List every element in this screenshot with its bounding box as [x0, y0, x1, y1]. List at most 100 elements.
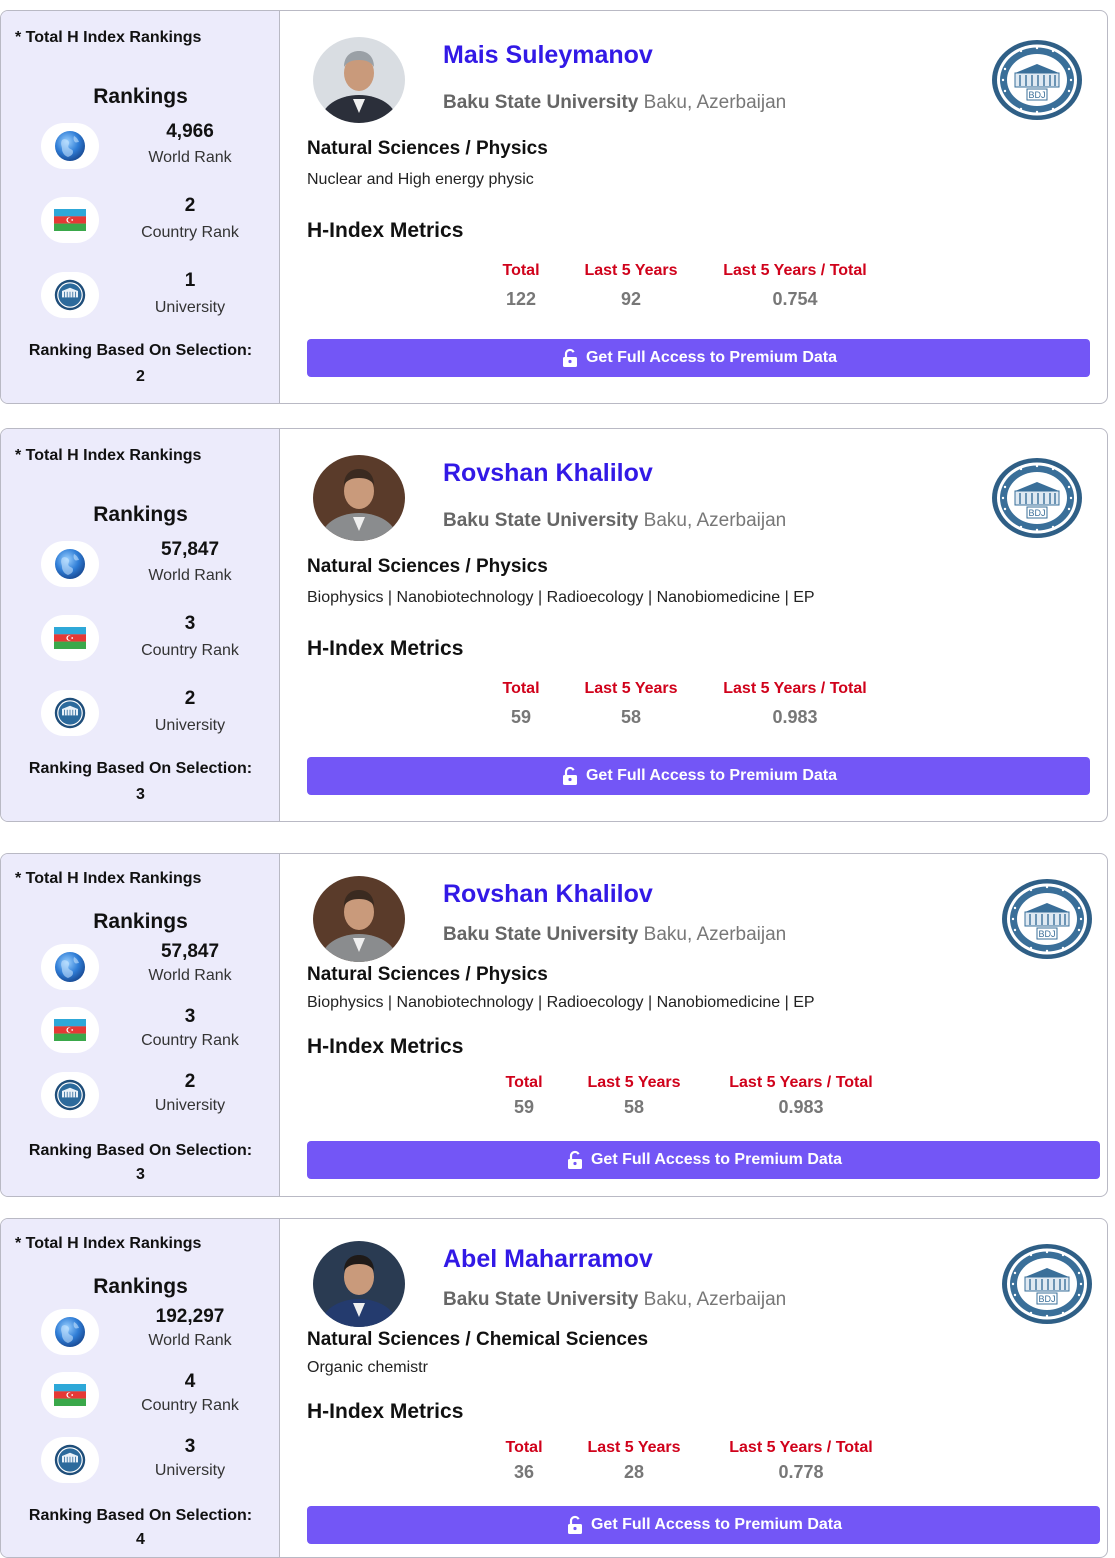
- country-rank-label: Country Rank: [141, 642, 239, 659]
- selection-rank-label: Ranking Based On Selection:: [28, 1142, 253, 1159]
- researcher-name-link[interactable]: Rovshan Khalilov: [443, 459, 653, 488]
- world-rank-label: World Rank: [148, 967, 232, 984]
- metric-ratio-label: Last 5 Years / Total: [723, 680, 867, 697]
- researcher-name-link[interactable]: Mais Suleymanov: [443, 41, 653, 70]
- metric-total-label: Total: [502, 262, 540, 279]
- university-name[interactable]: Baku State University: [443, 92, 638, 113]
- rankings-title: Rankings: [93, 85, 188, 108]
- research-keywords: Biophysics | Nanobiotechnology | Radioec…: [307, 589, 815, 606]
- metric-total-value: 122: [505, 289, 537, 309]
- metric-ratio-value: 0.983: [778, 1097, 824, 1117]
- university-name[interactable]: Baku State University: [443, 510, 638, 531]
- h-index-metrics-title: H-Index Metrics: [307, 637, 464, 660]
- world-rank-value: 57,847: [160, 941, 220, 962]
- university-name[interactable]: Baku State University: [443, 924, 638, 945]
- premium-access-label: Get Full Access to Premium Data: [585, 767, 838, 784]
- metric-last5-value: 92: [620, 289, 642, 309]
- metric-total-value: 59: [510, 707, 532, 727]
- researcher-card: * Total H Index Rankings Rankings 57,847…: [0, 853, 1108, 1197]
- affiliation: Baku State University Baku, Azerbaijan: [443, 92, 786, 114]
- university-seal-icon: [41, 1437, 99, 1483]
- university-logo[interactable]: BDJ: [1001, 878, 1093, 960]
- metric-total-value: 36: [513, 1462, 535, 1482]
- university-seal-icon: [41, 1072, 99, 1118]
- affiliation: Baku State University Baku, Azerbaijan: [443, 510, 786, 532]
- researcher-name-link[interactable]: Abel Maharramov: [443, 1245, 653, 1274]
- premium-access-label: Get Full Access to Premium Data: [585, 349, 838, 366]
- location-text: Baku, Azerbaijan: [643, 1289, 787, 1310]
- researcher-avatar[interactable]: [313, 1241, 405, 1327]
- selection-rank-label: Ranking Based On Selection:: [28, 760, 253, 777]
- rankings-title: Rankings: [93, 503, 188, 526]
- premium-access-button[interactable]: Get Full Access to Premium Data: [307, 757, 1090, 795]
- research-field: Natural Sciences / Physics: [307, 138, 548, 159]
- researcher-avatar[interactable]: [313, 455, 405, 541]
- researcher-card: * Total H Index Rankings Rankings 4,966 …: [0, 10, 1108, 404]
- university-name[interactable]: Baku State University: [443, 1289, 638, 1310]
- researcher-avatar[interactable]: [313, 876, 405, 962]
- premium-access-label: Get Full Access to Premium Data: [590, 1151, 843, 1168]
- university-logo[interactable]: BDJ: [991, 39, 1083, 121]
- selection-rank-value: 4: [136, 1531, 145, 1548]
- university-rank-value: 2: [184, 1071, 196, 1092]
- rankings-header: * Total H Index Rankings: [15, 447, 202, 464]
- premium-access-button[interactable]: Get Full Access to Premium Data: [307, 339, 1090, 377]
- rankings-panel: * Total H Index Rankings Rankings 4,966 …: [1, 11, 280, 403]
- metric-last5-label: Last 5 Years: [587, 1439, 681, 1456]
- country-rank-label: Country Rank: [141, 1032, 239, 1049]
- selection-rank-label: Ranking Based On Selection:: [28, 342, 253, 359]
- researcher-avatar[interactable]: [313, 37, 405, 123]
- h-index-metrics-title: H-Index Metrics: [307, 1035, 464, 1058]
- research-keywords: Nuclear and High energy physic: [307, 171, 534, 188]
- research-field: Natural Sciences / Physics: [307, 964, 548, 985]
- researcher-card: * Total H Index Rankings Rankings 57,847…: [0, 428, 1108, 822]
- university-seal-icon: [41, 272, 99, 318]
- university-seal-icon: [41, 690, 99, 736]
- azerbaijan-flag-icon: [41, 197, 99, 243]
- metric-total-label: Total: [505, 1074, 543, 1091]
- metric-total-label: Total: [505, 1439, 543, 1456]
- svg-text:BDJ: BDJ: [1038, 1294, 1055, 1304]
- country-rank-label: Country Rank: [141, 224, 239, 241]
- rankings-title: Rankings: [93, 1275, 188, 1298]
- globe-icon: [41, 1309, 99, 1355]
- country-rank-value: 3: [184, 1006, 196, 1027]
- premium-access-button[interactable]: Get Full Access to Premium Data: [307, 1506, 1100, 1544]
- researcher-name-link[interactable]: Rovshan Khalilov: [443, 880, 653, 909]
- country-rank-label: Country Rank: [141, 1397, 239, 1414]
- location-text: Baku, Azerbaijan: [643, 924, 787, 945]
- metric-last5-value: 58: [620, 707, 642, 727]
- university-rank-value: 1: [184, 270, 196, 291]
- h-index-metrics-title: H-Index Metrics: [307, 219, 464, 242]
- location-text: Baku, Azerbaijan: [643, 92, 787, 113]
- metric-last5-value: 58: [623, 1097, 645, 1117]
- rankings-header: * Total H Index Rankings: [15, 870, 202, 887]
- world-rank-label: World Rank: [148, 1332, 232, 1349]
- affiliation: Baku State University Baku, Azerbaijan: [443, 924, 786, 946]
- azerbaijan-flag-icon: [41, 615, 99, 661]
- globe-icon: [41, 123, 99, 169]
- metric-ratio-label: Last 5 Years / Total: [729, 1439, 873, 1456]
- world-rank-value: 57,847: [160, 539, 220, 560]
- university-logo[interactable]: BDJ: [991, 457, 1083, 539]
- premium-access-button[interactable]: Get Full Access to Premium Data: [307, 1141, 1100, 1179]
- rankings-header: * Total H Index Rankings: [15, 1235, 202, 1252]
- location-text: Baku, Azerbaijan: [643, 510, 787, 531]
- azerbaijan-flag-icon: [41, 1007, 99, 1053]
- metric-ratio-label: Last 5 Years / Total: [729, 1074, 873, 1091]
- researcher-card: * Total H Index Rankings Rankings 192,29…: [0, 1218, 1108, 1558]
- unlock-icon: [560, 348, 586, 368]
- metric-last5-label: Last 5 Years: [584, 262, 678, 279]
- metric-ratio-value: 0.778: [778, 1462, 824, 1482]
- university-logo[interactable]: BDJ: [1001, 1243, 1093, 1325]
- svg-text:BDJ: BDJ: [1028, 508, 1045, 518]
- research-field: Natural Sciences / Physics: [307, 556, 548, 577]
- selection-rank-label: Ranking Based On Selection:: [28, 1507, 253, 1524]
- metric-ratio-value: 0.754: [772, 289, 818, 309]
- university-rank-label: University: [154, 717, 226, 734]
- country-rank-value: 3: [184, 613, 196, 634]
- research-field: Natural Sciences / Chemical Sciences: [307, 1329, 649, 1350]
- research-keywords: Organic chemistr: [307, 1359, 428, 1376]
- rankings-header: * Total H Index Rankings: [15, 29, 202, 46]
- unlock-icon: [560, 766, 586, 786]
